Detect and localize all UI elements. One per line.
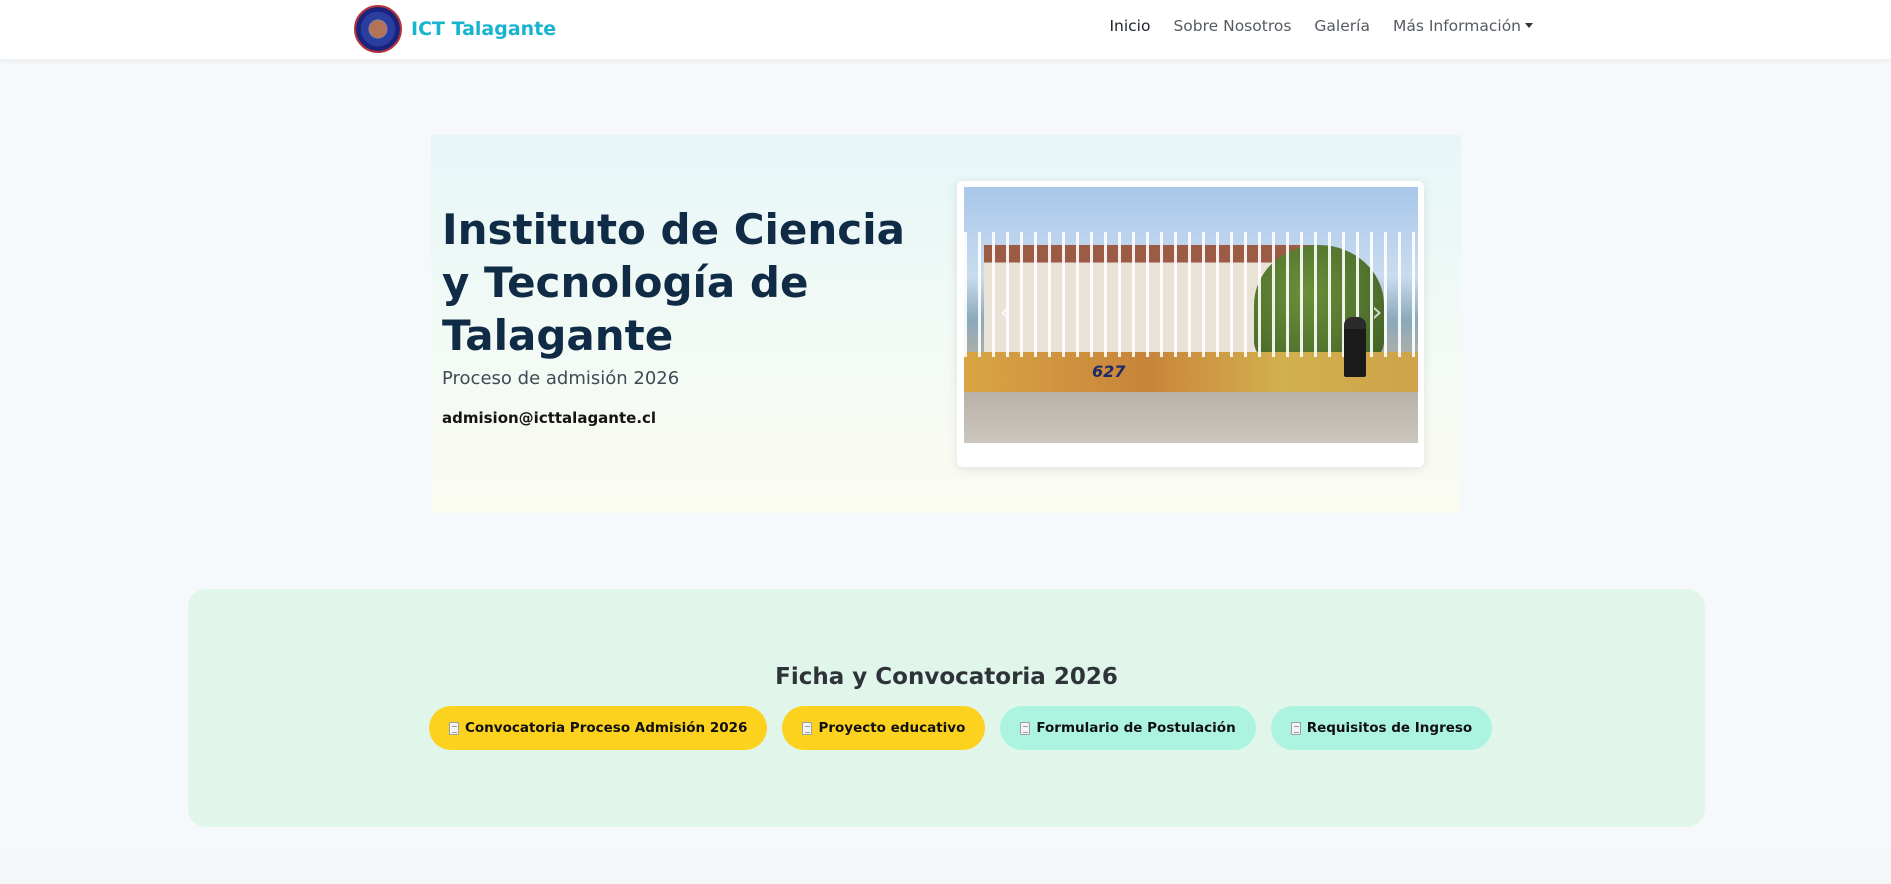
caret-down-icon — [1525, 23, 1533, 28]
footer-strip — [0, 849, 1891, 884]
documents-title: Ficha y Convocatoria 2026 — [775, 664, 1118, 690]
formulario-postulacion-button-label: Formulario de Postulación — [1036, 720, 1236, 736]
proyecto-educativo-button-label: Proyecto educativo — [818, 720, 966, 736]
document-icon — [1290, 721, 1301, 735]
brand-link[interactable]: ICT Talagante — [354, 5, 556, 53]
photo-gate-number: 627 — [1092, 362, 1126, 381]
navbar: ICT Talagante Inicio Sobre Nosotros Gale… — [0, 0, 1891, 59]
school-logo — [354, 5, 402, 53]
hero-section: Instituto de Ciencia y Tecnología de Tal… — [431, 135, 1461, 513]
formulario-postulacion-button[interactable]: Formulario de Postulación — [1000, 706, 1256, 750]
nav-dropdown-mas-informacion[interactable]: Más Información — [1393, 17, 1533, 35]
requisitos-ingreso-button[interactable]: Requisitos de Ingreso — [1270, 706, 1493, 750]
nav-link-galeria[interactable]: Galería — [1314, 17, 1370, 35]
school-building-photo: 627 ‹ › — [964, 187, 1418, 443]
convocatoria-button[interactable]: Convocatoria Proceso Admisión 2026 — [429, 706, 768, 750]
chevron-right-icon[interactable]: › — [1362, 292, 1392, 332]
document-icon — [449, 721, 459, 735]
nav-link-sobre-nosotros[interactable]: Sobre Nosotros — [1173, 17, 1291, 35]
image-carousel: 627 ‹ › — [957, 181, 1424, 467]
chevron-left-icon[interactable]: ‹ — [990, 292, 1020, 332]
requisitos-ingreso-button-label: Requisitos de Ingreso — [1306, 720, 1473, 736]
documents-section: Ficha y Convocatoria 2026 Convocatoria P… — [188, 589, 1705, 827]
document-icon — [1020, 721, 1031, 735]
proyecto-educativo-button[interactable]: Proyecto educativo — [782, 706, 986, 750]
page-title: Instituto de Ciencia y Tecnología de Tal… — [442, 205, 905, 360]
admission-email-link[interactable]: admision@icttalagante.cl — [442, 409, 656, 427]
nav-dropdown-label: Más Información — [1392, 17, 1521, 35]
main-nav: Inicio Sobre Nosotros Galería Más Inform… — [1109, 17, 1533, 35]
document-icon — [802, 721, 813, 735]
nav-link-inicio[interactable]: Inicio — [1109, 17, 1150, 35]
documents-button-row: Convocatoria Proceso Admisión 2026 Proye… — [429, 706, 1493, 750]
convocatoria-button-label: Convocatoria Proceso Admisión 2026 — [465, 720, 748, 736]
hero-subtitle: Proceso de admisión 2026 — [442, 368, 680, 389]
brand-name: ICT Talagante — [411, 18, 557, 40]
